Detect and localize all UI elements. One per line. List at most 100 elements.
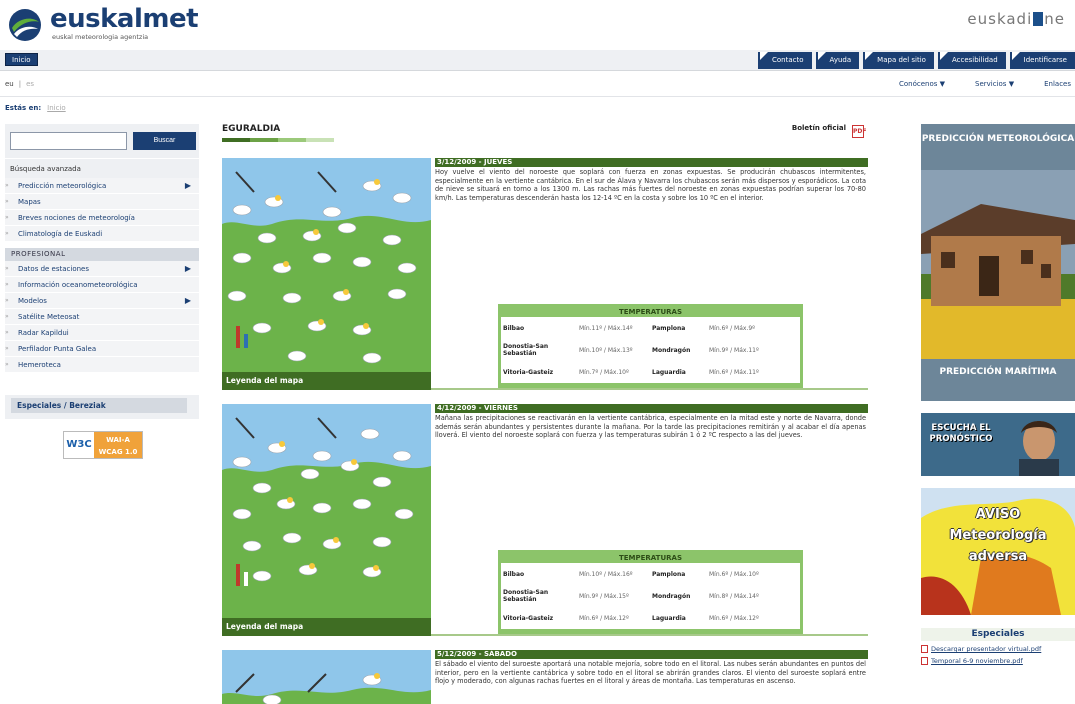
w3c-logo: W3C — [64, 432, 94, 458]
temperature-value: Mín.6º / Máx.10º — [709, 570, 759, 578]
specials-link[interactable]: Especiales / Bereziak — [11, 398, 187, 413]
breadcrumb: Estás en: Inicio — [5, 104, 66, 112]
forecast-map-image — [222, 404, 431, 586]
temperatures-table: TEMPERATURAS Bilbao Mín.10º / Máx.16º Pamp… — [498, 550, 803, 634]
dropdown-arrow-icon: ▼ — [1008, 80, 1015, 88]
download-presenter-label: Descargar presentador virtual.pdf — [931, 645, 1042, 653]
storm-report-link[interactable]: Temporal 6-9 noviembre.pdf — [921, 657, 1075, 665]
adverse-weather-alert-banner[interactable]: AVISO Meteorología adversa — [921, 488, 1075, 615]
topnav-contact[interactable]: Contacto — [758, 52, 812, 69]
subnav-about[interactable]: Conócenos ▼ — [899, 80, 945, 88]
temperature-value: Mín.10º / Máx.16º — [579, 570, 633, 578]
city-name: Donostia-San Sebastián — [503, 343, 549, 357]
forecast-day: Leyenda del mapa 3/12/2009 - JUEVES Hoy … — [222, 158, 868, 390]
menu-item-label: Modelos — [18, 297, 47, 305]
menu-item-label: Radar Kapildui — [18, 329, 69, 337]
secondary-navigation: Conócenos ▼ Servicios ▼ Enlaces — [899, 80, 1071, 88]
listen-forecast-banner[interactable]: ESCUCHA EL PRONÓSTICO — [921, 413, 1075, 476]
wai-a-badge[interactable]: W3C WAI-A WCAG 1.0 — [63, 431, 143, 459]
alert-subtitle: Meteorología adversa — [949, 528, 1047, 564]
city-name: Mondragón — [652, 346, 691, 354]
temperature-value: Mín.7º / Máx.10º — [579, 368, 629, 376]
lang-es[interactable]: es — [26, 80, 34, 88]
pdf-icon — [921, 657, 928, 665]
map-legend-link[interactable]: Leyenda del mapa — [222, 372, 431, 390]
bullet-arrows-icon: » — [5, 230, 9, 237]
city-name: Laguardia — [652, 368, 686, 376]
temperature-value: Mín.10º / Máx.13º — [579, 346, 633, 354]
map-legend-link[interactable]: Leyenda del mapa — [222, 618, 431, 636]
temperature-value: Mín.11º / Máx.14º — [579, 324, 633, 332]
brand-name[interactable]: euskalmet — [50, 4, 199, 34]
city-name: Vitoria-Gasteiz — [503, 614, 554, 622]
forecast-text: El sábado el viento del suroeste aportar… — [435, 660, 866, 686]
official-bulletin-link[interactable]: Boletín oficial PDF — [791, 124, 866, 138]
topnav-login[interactable]: Identificarse — [1009, 52, 1075, 69]
official-bulletin-label: Boletín oficial — [791, 124, 846, 132]
search-button[interactable]: Buscar — [133, 132, 196, 150]
brand-tagline: euskal meteorologia agentzia — [52, 33, 149, 41]
prediction-banner[interactable]: PREDICCIÓN METEOROLÓGICA PREDICCIÓN MARÍ… — [921, 124, 1075, 401]
menu-item-label: Satélite Meteosat — [18, 313, 80, 321]
pdf-icon: PDF — [852, 125, 866, 138]
top-nav-links: Contacto Ayuda Mapa del sitio Accesibili… — [754, 52, 1075, 69]
specials-heading: Especiales — [921, 628, 1075, 641]
menu-item-label: Perfilador Punta Galea — [18, 345, 97, 353]
search-input[interactable] — [10, 132, 127, 150]
advanced-search-link[interactable]: Búsqueda avanzada — [5, 158, 199, 178]
wai-level: WAI-A WCAG 1.0 — [94, 432, 142, 458]
breadcrumb-prefix: Estás en: — [5, 104, 42, 112]
topnav-help[interactable]: Ayuda — [815, 52, 860, 69]
temperature-value: Mín.6º / Máx.9º — [709, 324, 755, 332]
menu-item-profiler[interactable]: » Perfilador Punta Galea — [5, 341, 199, 357]
submenu-arrow-icon: ▶ — [184, 296, 191, 305]
menu-item-forecast[interactable]: » Predicción meteorológica ▶ — [5, 178, 199, 194]
temperatures-table: TEMPERATURAS Bilbao Mín.11º / Máx.14º Pamp… — [498, 304, 803, 388]
temperature-value: Mín.9º / Máx.11º — [709, 346, 759, 354]
breadcrumb-home[interactable]: Inicio — [47, 104, 66, 112]
bullet-arrows-icon: » — [5, 361, 9, 368]
alert-title: AVISO — [975, 507, 1021, 522]
subnav-services[interactable]: Servicios ▼ — [975, 80, 1014, 88]
underline-segment — [222, 138, 250, 142]
temperature-value: Mín.6º / Máx.12º — [579, 614, 629, 622]
underline-segment — [278, 138, 306, 142]
partner-mark-icon — [1033, 12, 1044, 26]
temperatures-grid: Bilbao Mín.10º / Máx.16º Pamplona Mín.6º / … — [501, 563, 800, 629]
home-button[interactable]: Inicio — [5, 53, 38, 66]
storm-report-label: Temporal 6-9 noviembre.pdf — [931, 657, 1023, 665]
menu-item-station-data[interactable]: » Datos de estaciones ▶ — [5, 261, 199, 277]
menu-item-oceanometeo[interactable]: » Información oceanometeorológica — [5, 277, 199, 293]
euskalmet-logo-icon[interactable] — [8, 8, 42, 42]
download-presenter-link[interactable]: Descargar presentador virtual.pdf — [921, 645, 1075, 653]
temperature-value: Mín.6º / Máx.12º — [709, 614, 759, 622]
partner-name: euskadi — [967, 10, 1033, 28]
menu-item-maps[interactable]: » Mapas — [5, 194, 199, 210]
temperature-value: Mín.8º / Máx.14º — [709, 592, 759, 600]
title-underline — [222, 138, 334, 142]
euskadi-net-logo[interactable]: euskadi ne — [967, 10, 1065, 28]
city-name: Mondragón — [652, 592, 691, 600]
menu-item-meteorology-basics[interactable]: » Breves nociones de meteorología — [5, 210, 199, 226]
forecast-date: 3/12/2009 - JUEVES — [435, 158, 868, 167]
subnav-links[interactable]: Enlaces — [1044, 80, 1071, 88]
forecast-map[interactable]: Leyenda del mapa — [222, 404, 431, 636]
menu-item-archive[interactable]: » Hemeroteca — [5, 357, 199, 373]
forecast-map[interactable]: Leyenda del mapa — [222, 158, 431, 390]
topnav-sitemap[interactable]: Mapa del sitio — [863, 52, 934, 69]
forecast-day: 5/12/2009 - SÁBADO El sábado el viento d… — [222, 650, 868, 704]
city-name: Pamplona — [652, 570, 686, 578]
lang-eu[interactable]: eu — [5, 80, 14, 88]
topnav-accessibility[interactable]: Accesibilidad — [937, 52, 1006, 69]
menu-item-climatology[interactable]: » Climatología de Euskadi — [5, 226, 199, 242]
lang-separator: | — [18, 80, 22, 88]
language-switcher: eu | es — [5, 80, 34, 88]
menu-item-meteosat[interactable]: » Satélite Meteosat — [5, 309, 199, 325]
temperatures-grid: Bilbao Mín.11º / Máx.14º Pamplona Mín.6º / … — [501, 317, 800, 383]
menu-item-models[interactable]: » Modelos ▶ — [5, 293, 199, 309]
bullet-arrows-icon: » — [5, 214, 9, 221]
menu-item-radar[interactable]: » Radar Kapildui — [5, 325, 199, 341]
forecast-map[interactable] — [222, 650, 431, 704]
temperature-value: Mín.9º / Máx.15º — [579, 592, 629, 600]
menu-item-label: Climatología de Euskadi — [18, 230, 103, 238]
